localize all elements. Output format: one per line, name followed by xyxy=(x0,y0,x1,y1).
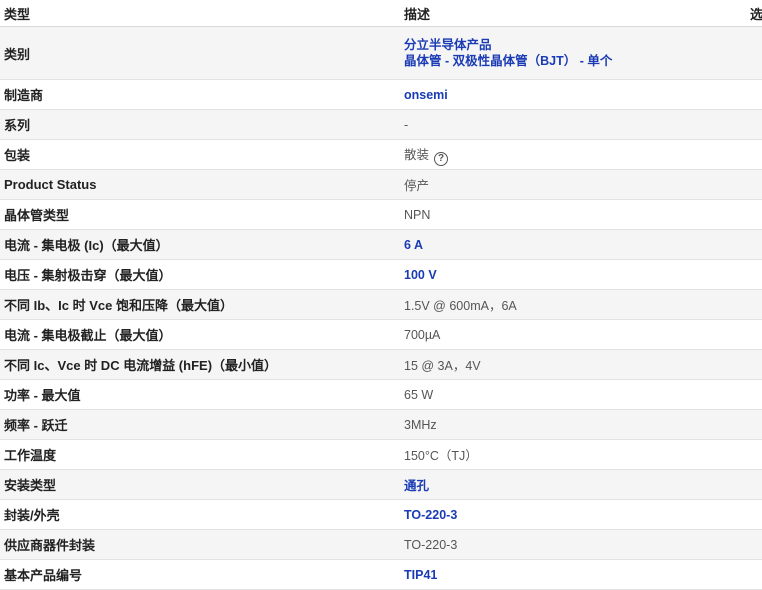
row-label: 电流 - 集电极截止（最大值） xyxy=(4,328,172,343)
row-label: 包装 xyxy=(4,148,31,163)
row-case: 封装/外壳 TO-220-3 xyxy=(0,500,762,530)
row-hfe: 不同 Ic、Vce 时 DC 电流增益 (hFE)（最小值） 15 @ 3A，4… xyxy=(0,350,762,380)
row-label: 晶体管类型 xyxy=(4,208,70,223)
row-label: 电压 - 集射极击穿（最大值） xyxy=(4,268,172,283)
header-description[interactable]: 描述 xyxy=(400,4,750,23)
row-icbo: 电流 - 集电极截止（最大值） 700µA xyxy=(0,320,762,350)
row-label: 电流 - 集电极 (Ic)（最大值） xyxy=(4,238,169,253)
row-label: 不同 Ic、Vce 时 DC 电流增益 (hFE)（最小值） xyxy=(4,358,278,373)
question-circle-icon[interactable]: ? xyxy=(434,151,449,166)
mount-link[interactable]: 通孔 xyxy=(400,475,762,494)
header-select[interactable]: 选 xyxy=(750,4,762,23)
row-supplier-package: 供应商器件封装 TO-220-3 xyxy=(0,530,762,560)
row-label: Product Status xyxy=(4,177,97,192)
header-type[interactable]: 类型 xyxy=(0,4,400,23)
row-package: 包装 散装? xyxy=(0,140,762,170)
row-value: 65 W xyxy=(404,387,434,402)
row-value: 700µA xyxy=(404,327,441,342)
row-label: 不同 Ib、Ic 时 Vce 饱和压降（最大值） xyxy=(4,298,233,313)
row-value: 3MHz xyxy=(404,417,437,432)
row-mount: 安装类型 通孔 xyxy=(0,470,762,500)
row-label: 制造商 xyxy=(4,88,44,103)
case-link[interactable]: TO-220-3 xyxy=(400,508,762,522)
row-label: 频率 - 跃迁 xyxy=(4,418,68,433)
row-label: 基本产品编号 xyxy=(4,568,83,583)
row-product-status: Product Status 停产 xyxy=(0,170,762,200)
vce-breakdown-link[interactable]: 100 V xyxy=(400,268,762,282)
row-power: 功率 - 最大值 65 W xyxy=(0,380,762,410)
row-label: 安装类型 xyxy=(4,478,57,493)
ic-max-link[interactable]: 6 A xyxy=(400,238,762,252)
row-label: 供应商器件封装 xyxy=(4,538,96,553)
row-label: 工作温度 xyxy=(4,448,57,463)
base-part-link[interactable]: TIP41 xyxy=(400,568,762,582)
row-value: 150°C（TJ） xyxy=(404,449,478,463)
package-value: 散装 xyxy=(404,147,430,162)
table-body: 类别 分立半导体产品 晶体管 - 双极性晶体管（BJT） - 单个 制造商 on… xyxy=(0,27,762,590)
category-link-discrete[interactable]: 分立半导体产品 xyxy=(404,37,762,53)
row-temp: 工作温度 150°C（TJ） xyxy=(0,440,762,470)
row-value: NPN xyxy=(404,207,431,222)
row-series: 系列 - xyxy=(0,110,762,140)
manufacturer-link[interactable]: onsemi xyxy=(400,88,762,102)
row-manufacturer: 制造商 onsemi xyxy=(0,80,762,110)
row-base-part: 基本产品编号 TIP41 xyxy=(0,560,762,590)
row-transistor-type: 晶体管类型 NPN xyxy=(0,200,762,230)
row-value: 分立半导体产品 晶体管 - 双极性晶体管（BJT） - 单个 xyxy=(400,37,762,69)
row-value: - xyxy=(404,117,409,132)
row-vce-breakdown: 电压 - 集射极击穿（最大值） 100 V xyxy=(0,260,762,290)
row-category: 类别 分立半导体产品 晶体管 - 双极性晶体管（BJT） - 单个 xyxy=(0,27,762,80)
product-attributes-table: 类型 描述 选 类别 分立半导体产品 晶体管 - 双极性晶体管（BJT） - 单… xyxy=(0,0,762,590)
row-label: 系列 xyxy=(4,118,31,133)
row-value: 散装? xyxy=(400,144,762,166)
row-ic-max: 电流 - 集电极 (Ic)（最大值） 6 A xyxy=(0,230,762,260)
row-label: 类别 xyxy=(4,46,31,62)
row-label: 封装/外壳 xyxy=(4,508,60,523)
row-value: 1.5V @ 600mA，6A xyxy=(404,299,517,313)
row-label: 功率 - 最大值 xyxy=(4,388,81,403)
category-link-bjt[interactable]: 晶体管 - 双极性晶体管（BJT） - 单个 xyxy=(404,53,762,69)
row-value: TO-220-3 xyxy=(404,537,458,552)
row-frequency: 频率 - 跃迁 3MHz xyxy=(0,410,762,440)
row-value: 15 @ 3A，4V xyxy=(404,359,481,373)
table-header: 类型 描述 选 xyxy=(0,0,762,27)
row-vce-sat: 不同 Ib、Ic 时 Vce 饱和压降（最大值） 1.5V @ 600mA，6A xyxy=(0,290,762,320)
row-value: 停产 xyxy=(404,179,430,193)
